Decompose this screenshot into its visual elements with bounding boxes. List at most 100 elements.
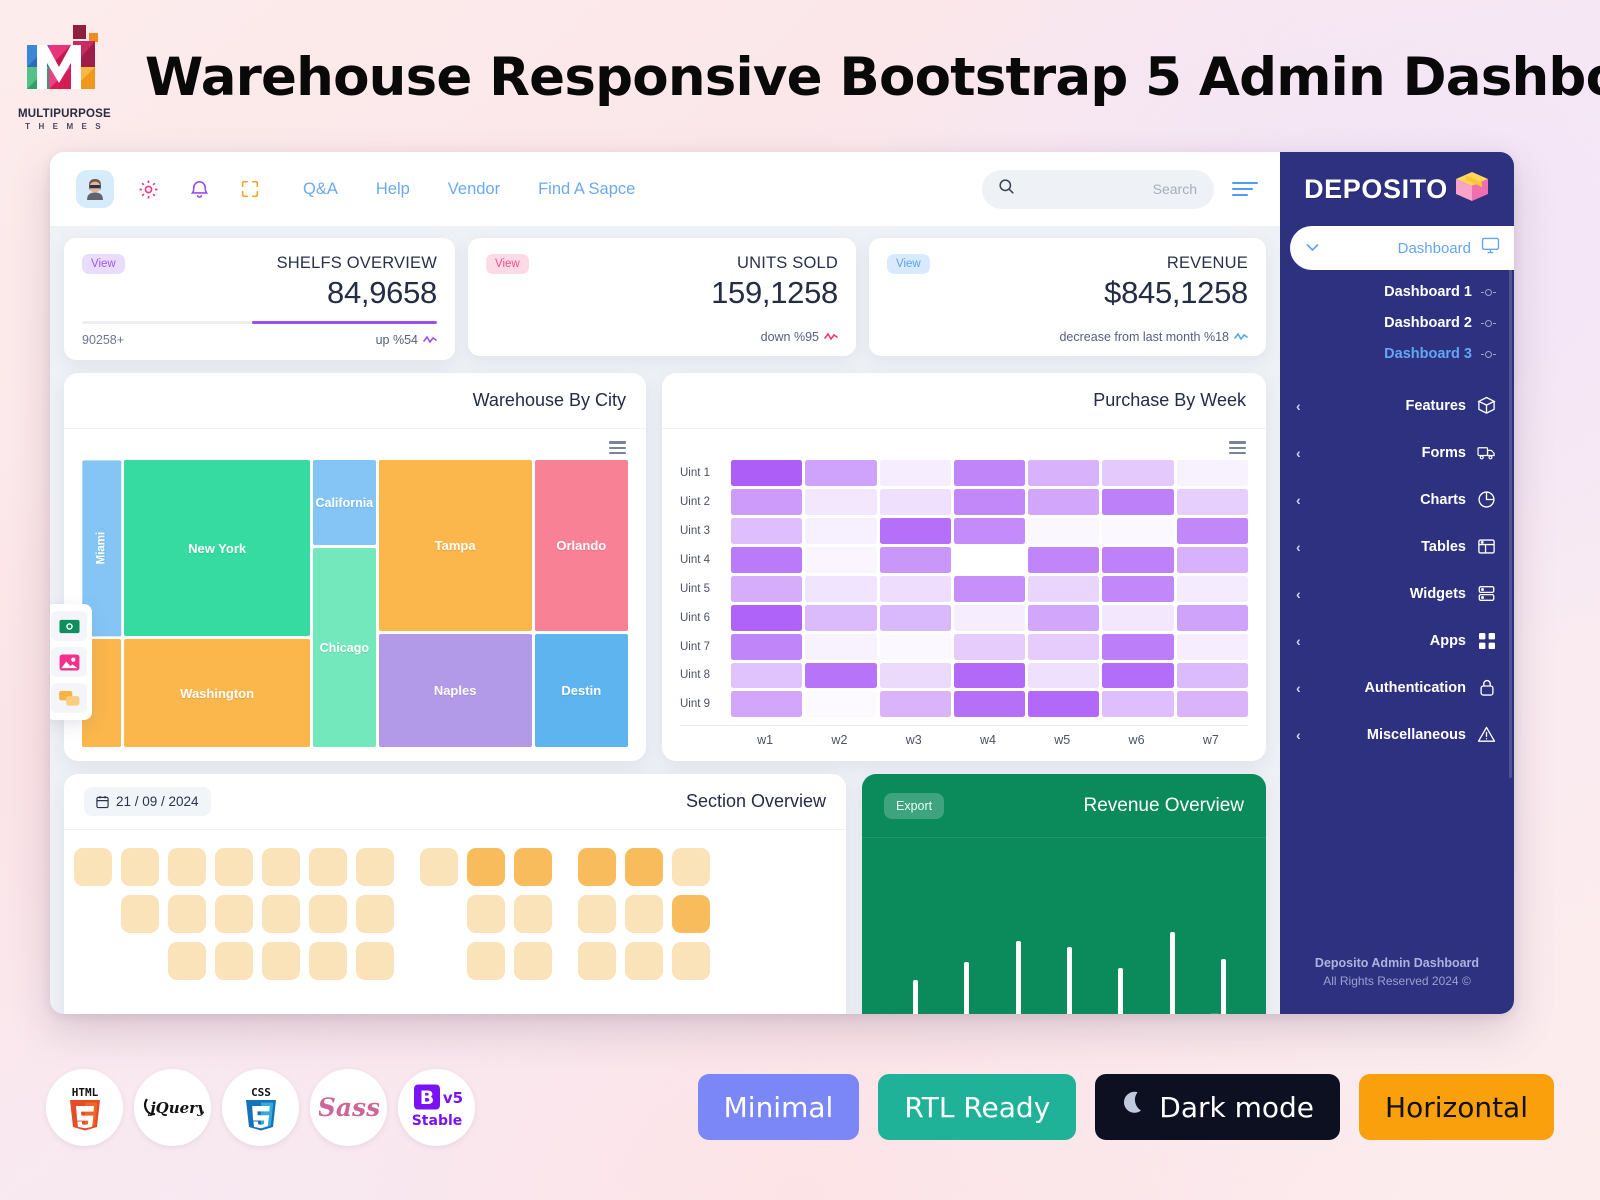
heatmap-cell[interactable]: [731, 662, 803, 689]
heatmap-cell[interactable]: [1028, 691, 1100, 718]
sidebar-item-forms[interactable]: ‹ Forms: [1280, 429, 1514, 476]
search-input[interactable]: [1016, 181, 1200, 197]
section-cell[interactable]: [356, 848, 394, 887]
image-icon[interactable]: [51, 647, 87, 677]
sidebar-subitem-dashboard-3[interactable]: Dashboard 3: [1280, 346, 1496, 362]
heatmap-cell[interactable]: [879, 691, 951, 718]
section-cell[interactable]: [625, 895, 663, 934]
heatmap-cell[interactable]: [879, 546, 951, 573]
fullscreen-icon[interactable]: [233, 172, 267, 206]
heatmap-cell[interactable]: [1176, 604, 1248, 631]
heatmap-cell[interactable]: [1102, 604, 1174, 631]
heatmap-cell[interactable]: [1102, 662, 1174, 689]
topbar-link-help[interactable]: Help: [376, 180, 410, 199]
heatmap-cell[interactable]: [731, 575, 803, 602]
sidebar-scrollbar[interactable]: [1509, 238, 1512, 778]
chart-menu-icon[interactable]: [1229, 441, 1246, 454]
heatmap-cell[interactable]: [805, 604, 877, 631]
tag-minimal[interactable]: Minimal: [697, 1074, 860, 1140]
heatmap-cell[interactable]: [879, 517, 951, 544]
heatmap-cell[interactable]: [805, 691, 877, 718]
tag-rtl-ready[interactable]: RTL Ready: [878, 1074, 1077, 1140]
heatmap-cell[interactable]: [1028, 662, 1100, 689]
section-cell[interactable]: [309, 942, 347, 981]
heatmap-cell[interactable]: [1176, 546, 1248, 573]
heatmap-cell[interactable]: [805, 662, 877, 689]
heatmap-cell[interactable]: [731, 546, 803, 573]
heatmap-cell[interactable]: [731, 517, 803, 544]
heatmap-cell[interactable]: [731, 488, 803, 515]
treemap-cell-naples[interactable]: Naples: [378, 633, 532, 748]
section-cell[interactable]: [215, 942, 253, 981]
search-box[interactable]: [982, 169, 1214, 209]
section-cell[interactable]: [215, 848, 253, 887]
treemap-cell-tampa[interactable]: Tampa: [378, 459, 532, 631]
heatmap-cell[interactable]: [1028, 488, 1100, 515]
heatmap-cell[interactable]: [1102, 488, 1174, 515]
sidebar-brand[interactable]: DEPOSITO: [1280, 152, 1514, 226]
revenue-bar-group[interactable]: [953, 962, 970, 1014]
view-button[interactable]: View: [486, 254, 529, 274]
section-cell[interactable]: [262, 895, 300, 934]
section-cell[interactable]: [215, 895, 253, 934]
section-cell[interactable]: [578, 895, 616, 934]
treemap-cell-destin[interactable]: Destin: [534, 633, 628, 748]
heatmap-cell[interactable]: [879, 459, 951, 486]
heatmap-cell[interactable]: [805, 459, 877, 486]
section-cell[interactable]: [168, 848, 206, 887]
heatmap-cell[interactable]: [953, 575, 1026, 602]
menu-toggle-icon[interactable]: [1232, 181, 1258, 197]
heatmap-cell[interactable]: [805, 517, 877, 544]
heatmap-cell[interactable]: [1028, 459, 1100, 486]
sidebar-item-tables[interactable]: ‹ Tables: [1280, 523, 1514, 570]
heatmap-cell[interactable]: [953, 546, 1026, 573]
heatmap-cell[interactable]: [953, 633, 1026, 660]
heatmap-cell[interactable]: [879, 662, 951, 689]
treemap-cell-chicago[interactable]: Chicago: [312, 548, 376, 748]
heatmap-cell[interactable]: [805, 488, 877, 515]
heatmap-cell[interactable]: [805, 546, 877, 573]
section-cell[interactable]: [578, 848, 616, 887]
section-cell[interactable]: [356, 895, 394, 934]
heatmap-cell[interactable]: [953, 662, 1026, 689]
section-cell[interactable]: [309, 895, 347, 934]
section-cell[interactable]: [356, 942, 394, 981]
heatmap-cell[interactable]: [1102, 633, 1174, 660]
revenue-bar-group[interactable]: [902, 980, 918, 1014]
treemap-cell-california[interactable]: California: [312, 459, 376, 546]
heatmap-cell[interactable]: [1176, 633, 1248, 660]
sidebar-item-charts[interactable]: ‹ Charts: [1280, 476, 1514, 523]
tag-horizontal[interactable]: Horizontal: [1359, 1074, 1554, 1140]
heatmap-cell[interactable]: [953, 691, 1026, 718]
heatmap-cell[interactable]: [1176, 575, 1248, 602]
heatmap-cell[interactable]: [1028, 575, 1100, 602]
section-cell[interactable]: [74, 848, 112, 887]
heatmap-cell[interactable]: [1176, 459, 1248, 486]
section-cell[interactable]: [467, 942, 505, 981]
sidebar-subitem-dashboard-2[interactable]: Dashboard 2: [1280, 315, 1496, 331]
heatmap-cell[interactable]: [1102, 546, 1174, 573]
treemap-cell-washington[interactable]: Washington: [124, 639, 310, 748]
revenue-bar-group[interactable]: [1056, 947, 1072, 1014]
section-cell[interactable]: [514, 942, 552, 981]
revenue-bar-group[interactable]: [1159, 932, 1175, 1014]
sidebar-item-authentication[interactable]: ‹ Authentication: [1280, 664, 1514, 711]
heatmap-cell[interactable]: [879, 488, 951, 515]
section-cell[interactable]: [672, 942, 710, 981]
sidebar-item-apps[interactable]: ‹ Apps: [1280, 617, 1514, 664]
sidebar-subitem-dashboard-1[interactable]: Dashboard 1: [1280, 284, 1496, 300]
bell-icon[interactable]: [182, 172, 216, 206]
sidebar-item-dashboard[interactable]: Dashboard: [1290, 226, 1514, 270]
heatmap-cell[interactable]: [879, 604, 951, 631]
heatmap-cell[interactable]: [953, 517, 1026, 544]
avatar[interactable]: [76, 170, 114, 208]
chat-icon[interactable]: [51, 683, 87, 713]
section-cell[interactable]: [625, 848, 663, 887]
revenue-bar-group[interactable]: [1210, 959, 1227, 1014]
heatmap-cell[interactable]: [731, 604, 803, 631]
topbar-link-qa[interactable]: Q&A: [303, 180, 338, 199]
section-cell[interactable]: [121, 895, 159, 934]
treemap-cell-new-york[interactable]: New York: [124, 459, 310, 637]
date-picker[interactable]: 21 / 09 / 2024: [84, 787, 211, 817]
section-cell[interactable]: [309, 848, 347, 887]
